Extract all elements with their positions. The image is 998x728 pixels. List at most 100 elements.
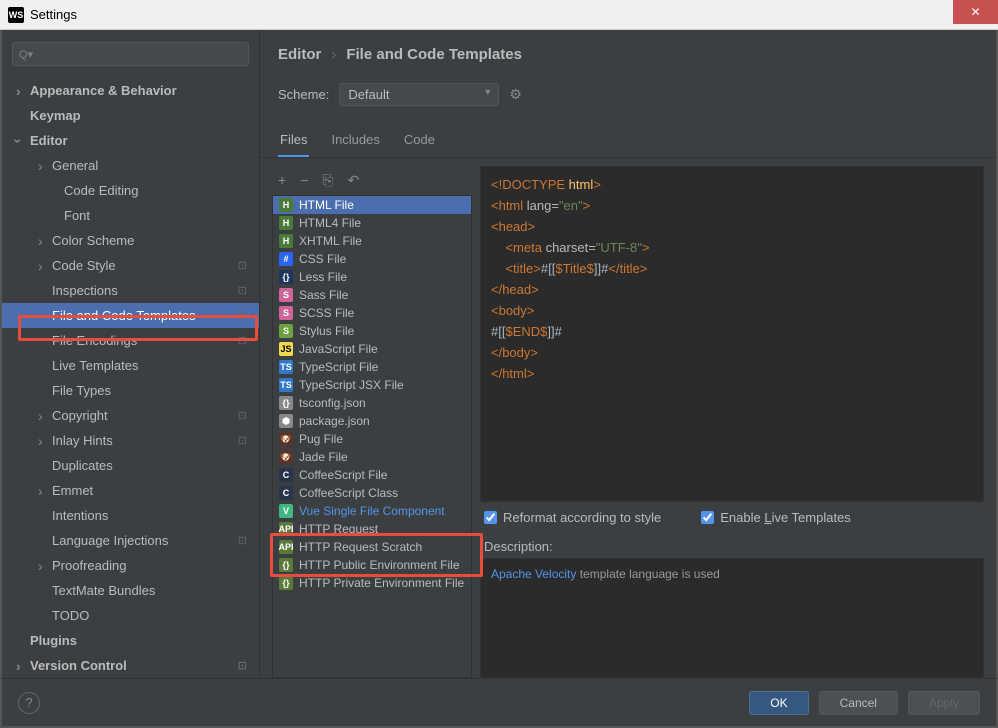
- file-label: TypeScript File: [299, 360, 378, 374]
- help-button[interactable]: ?: [18, 692, 40, 714]
- sidebar-item[interactable]: Appearance & Behavior: [2, 78, 259, 103]
- file-item[interactable]: {} tsconfig.json: [273, 394, 471, 412]
- file-label: HTML File: [299, 198, 354, 212]
- add-button[interactable]: +: [278, 172, 286, 189]
- template-tabs: Files Includes Code: [260, 114, 996, 158]
- gear-icon[interactable]: ⚙: [509, 86, 522, 103]
- file-type-icon: C: [279, 486, 293, 500]
- file-type-icon: {}: [279, 270, 293, 284]
- file-type-icon: 🐶: [279, 432, 293, 446]
- sidebar-item[interactable]: Proofreading: [2, 553, 259, 578]
- file-item[interactable]: SStylus File: [273, 322, 471, 340]
- sidebar-item[interactable]: Plugins: [2, 628, 259, 653]
- sidebar-item[interactable]: Version Control⊡: [2, 653, 259, 678]
- settings-tree: Appearance & BehaviorKeymapEditorGeneral…: [2, 74, 259, 678]
- file-label: Jade File: [299, 450, 348, 464]
- dialog-footer: ? OK Cancel Apply: [0, 678, 998, 728]
- file-item[interactable]: APIHTTP Request: [273, 520, 471, 538]
- sidebar-item[interactable]: Duplicates: [2, 453, 259, 478]
- sidebar-item[interactable]: TODO: [2, 603, 259, 628]
- sidebar-item[interactable]: Code Editing: [2, 178, 259, 203]
- file-label: package.json: [299, 414, 370, 428]
- file-item[interactable]: SSCSS File: [273, 304, 471, 322]
- file-item[interactable]: APIHTTP Request Scratch: [273, 538, 471, 556]
- file-item[interactable]: #CSS File: [273, 250, 471, 268]
- sidebar-item[interactable]: Language Injections⊡: [2, 528, 259, 553]
- apply-button[interactable]: Apply: [908, 691, 980, 715]
- file-label: CoffeeScript Class: [299, 486, 398, 500]
- velocity-link[interactable]: Apache Velocity: [491, 567, 576, 581]
- file-type-icon: TS: [279, 378, 293, 392]
- sidebar-item[interactable]: Code Style⊡: [2, 253, 259, 278]
- sidebar-item[interactable]: File Types: [2, 378, 259, 403]
- file-item[interactable]: ⬢package.json: [273, 412, 471, 430]
- file-item[interactable]: {}Less File: [273, 268, 471, 286]
- file-item[interactable]: C CoffeeScript Class: [273, 484, 471, 502]
- file-label: CoffeeScript File: [299, 468, 387, 482]
- sidebar-item[interactable]: Inlay Hints⊡: [2, 428, 259, 453]
- file-item[interactable]: TS TypeScript File: [273, 358, 471, 376]
- file-type-icon: H: [279, 234, 293, 248]
- search-input[interactable]: [12, 42, 249, 66]
- tab[interactable]: Files: [278, 126, 309, 157]
- sidebar-item[interactable]: Keymap: [2, 103, 259, 128]
- sidebar-item[interactable]: Live Templates: [2, 353, 259, 378]
- sidebar-item[interactable]: Emmet: [2, 478, 259, 503]
- tab[interactable]: Code: [402, 126, 437, 157]
- template-file-list[interactable]: H HTML File HHTML4 File H XHTML File #CSS Fil…: [272, 195, 472, 678]
- file-label: HTTP Request Scratch: [299, 540, 422, 554]
- file-label: XHTML File: [299, 234, 362, 248]
- file-item[interactable]: 🐶Jade File: [273, 448, 471, 466]
- breadcrumb-part: File and Code Templates: [346, 46, 522, 63]
- sidebar-item[interactable]: Intentions: [2, 503, 259, 528]
- file-item[interactable]: C CoffeeScript File: [273, 466, 471, 484]
- sidebar-item[interactable]: File and Code Templates⊡: [2, 303, 259, 328]
- close-button[interactable]: [953, 0, 998, 24]
- file-label: JavaScript File: [299, 342, 378, 356]
- file-type-icon: V: [279, 504, 293, 518]
- file-item[interactable]: H XHTML File: [273, 232, 471, 250]
- sidebar-item[interactable]: Editor: [2, 128, 259, 153]
- sidebar-item[interactable]: Inspections⊡: [2, 278, 259, 303]
- file-type-icon: H: [279, 198, 293, 212]
- file-label: TypeScript JSX File: [299, 378, 404, 392]
- file-type-icon: TS: [279, 360, 293, 374]
- undo-button[interactable]: ↶: [348, 172, 360, 189]
- file-item[interactable]: {}HTTP Public Environment File: [273, 556, 471, 574]
- file-item[interactable]: HHTML4 File: [273, 214, 471, 232]
- remove-button[interactable]: −: [300, 172, 308, 189]
- ok-button[interactable]: OK: [749, 691, 808, 715]
- description-box: Apache Velocity template language is use…: [480, 558, 984, 678]
- reformat-checkbox[interactable]: Reformat according to style: [484, 510, 661, 525]
- window-title: Settings: [30, 7, 77, 22]
- file-item[interactable]: JSJavaScript File: [273, 340, 471, 358]
- scheme-row: Scheme: Default ⚙: [260, 75, 996, 114]
- sidebar-item[interactable]: Color Scheme: [2, 228, 259, 253]
- file-item[interactable]: TS TypeScript JSX File: [273, 376, 471, 394]
- file-item[interactable]: 🐶Pug File: [273, 430, 471, 448]
- file-type-icon: C: [279, 468, 293, 482]
- live-templates-checkbox[interactable]: Enable Live Templates: [701, 510, 851, 525]
- file-item[interactable]: VVue Single File Component: [273, 502, 471, 520]
- file-type-icon: API: [279, 522, 293, 536]
- copy-button[interactable]: ⎘: [322, 172, 333, 189]
- file-label: tsconfig.json: [299, 396, 366, 410]
- cancel-button[interactable]: Cancel: [819, 691, 898, 715]
- file-label: CSS File: [299, 252, 346, 266]
- scheme-select[interactable]: Default: [339, 83, 499, 106]
- sidebar-item[interactable]: File Encodings⊡: [2, 328, 259, 353]
- file-item[interactable]: {}HTTP Private Environment File: [273, 574, 471, 592]
- sidebar-item[interactable]: Font: [2, 203, 259, 228]
- tab[interactable]: Includes: [329, 126, 381, 157]
- file-label: SCSS File: [299, 306, 354, 320]
- scheme-label: Scheme:: [278, 87, 329, 102]
- sidebar-item[interactable]: TextMate Bundles: [2, 578, 259, 603]
- file-item[interactable]: SSass File: [273, 286, 471, 304]
- template-code-editor[interactable]: <!DOCTYPE html> <html lang="en"> <head> …: [480, 166, 984, 502]
- breadcrumb-sep: ›: [331, 46, 336, 63]
- settings-content: Editor › File and Code Templates Scheme:…: [260, 30, 996, 678]
- file-type-icon: {}: [279, 396, 293, 410]
- file-item[interactable]: H HTML File: [273, 196, 471, 214]
- sidebar-item[interactable]: General: [2, 153, 259, 178]
- sidebar-item[interactable]: Copyright⊡: [2, 403, 259, 428]
